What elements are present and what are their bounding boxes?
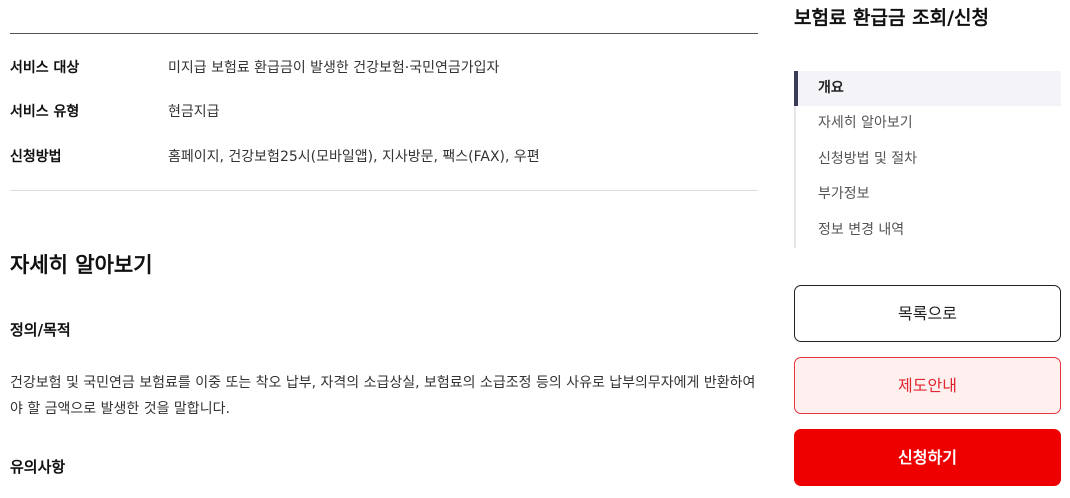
toc-item-application-method[interactable]: 신청방법 및 절차 (796, 142, 1061, 177)
top-divider (10, 33, 758, 34)
info-label-target: 서비스 대상 (10, 60, 80, 76)
summary-divider (10, 190, 758, 191)
info-row-method: 신청방법 홈페이지, 건강보험25시(모바일앱), 지사방문, 팩스(FAX),… (10, 146, 758, 168)
info-row-type: 서비스 유형 현금지급 (10, 101, 758, 123)
back-to-list-button[interactable]: 목록으로 (794, 285, 1061, 342)
info-label-method: 신청방법 (10, 149, 62, 165)
toc-item-additional-info[interactable]: 부가정보 (796, 177, 1061, 212)
info-value-method: 홈페이지, 건강보험25시(모바일앱), 지사방문, 팩스(FAX), 우편 (168, 149, 540, 165)
purpose-text: 건강보험 및 국민연금 보험료를 이중 또는 착오 납부, 자격의 소급상실, … (10, 375, 756, 417)
info-label-type: 서비스 유형 (10, 104, 80, 120)
purpose-heading: 정의/목적 (10, 321, 71, 339)
apply-button[interactable]: 신청하기 (794, 429, 1061, 486)
service-detail-main: 서비스 대상 미지급 보험료 환급금이 발생한 건강보험·국민연금가입자 서비스… (10, 0, 758, 498)
info-row-target: 서비스 대상 미지급 보험료 환급금이 발생한 건강보험·국민연금가입자 (10, 57, 758, 79)
system-guide-button[interactable]: 제도안내 (794, 357, 1061, 414)
sidebar-title: 보험료 환급금 조회/신청 (794, 7, 989, 29)
info-value-target: 미지급 보험료 환급금이 발생한 건강보험·국민연금가입자 (168, 60, 500, 76)
toc-item-details[interactable]: 자세히 알아보기 (796, 106, 1061, 141)
table-of-contents: 개요 자세히 알아보기 신청방법 및 절차 부가정보 정보 변경 내역 (794, 71, 1061, 248)
toc-item-overview[interactable]: 개요 (794, 71, 1061, 107)
sidebar: 보험료 환급금 조회/신청 개요 자세히 알아보기 신청방법 및 절차 부가정보… (794, 0, 1061, 498)
detail-section-title: 자세히 알아보기 (10, 253, 153, 277)
info-value-type: 현금지급 (168, 104, 220, 120)
toc-item-change-history[interactable]: 정보 변경 내역 (796, 213, 1061, 248)
notice-heading: 유의사항 (10, 458, 66, 476)
